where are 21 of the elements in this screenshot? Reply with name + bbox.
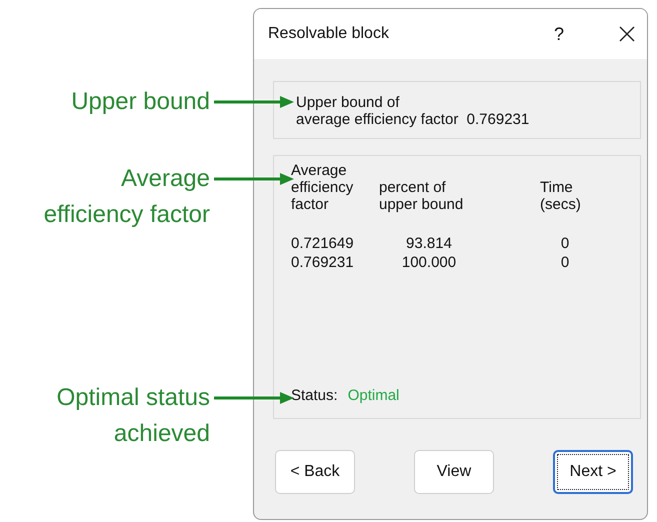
annotation-label: Upper bound bbox=[71, 87, 210, 117]
annotation-label: Average efficiency factor bbox=[44, 164, 210, 230]
status-label: Status: bbox=[291, 387, 338, 404]
close-icon[interactable] bbox=[619, 26, 635, 42]
table-cell: 0.769231 bbox=[291, 254, 354, 271]
help-button[interactable]: ? bbox=[549, 24, 569, 44]
table-cell: 0.721649 bbox=[291, 235, 354, 252]
status-value: Optimal bbox=[348, 387, 400, 404]
table-cell-text: 100.000 bbox=[400, 254, 458, 271]
table-cell-text: 0 bbox=[560, 235, 570, 252]
window-title: Resolvable block bbox=[268, 25, 390, 43]
column-header: Time (secs) bbox=[540, 179, 582, 213]
dialog-button[interactable]: < Back bbox=[275, 450, 355, 494]
upper-bound-text: Upper bound of average efficiency factor 0.769231 bbox=[296, 94, 530, 128]
dialog-button[interactable]: View bbox=[414, 450, 494, 494]
table-cell-text: 0 bbox=[560, 254, 570, 271]
annotation-label: Optimal status achieved bbox=[56, 383, 210, 449]
column-header: Average efficiency factor bbox=[291, 162, 354, 213]
dialog-button[interactable]: Next > bbox=[553, 450, 633, 494]
column-header: percent of upper bound bbox=[379, 179, 464, 213]
table-cell-text: 93.814 bbox=[405, 235, 453, 252]
